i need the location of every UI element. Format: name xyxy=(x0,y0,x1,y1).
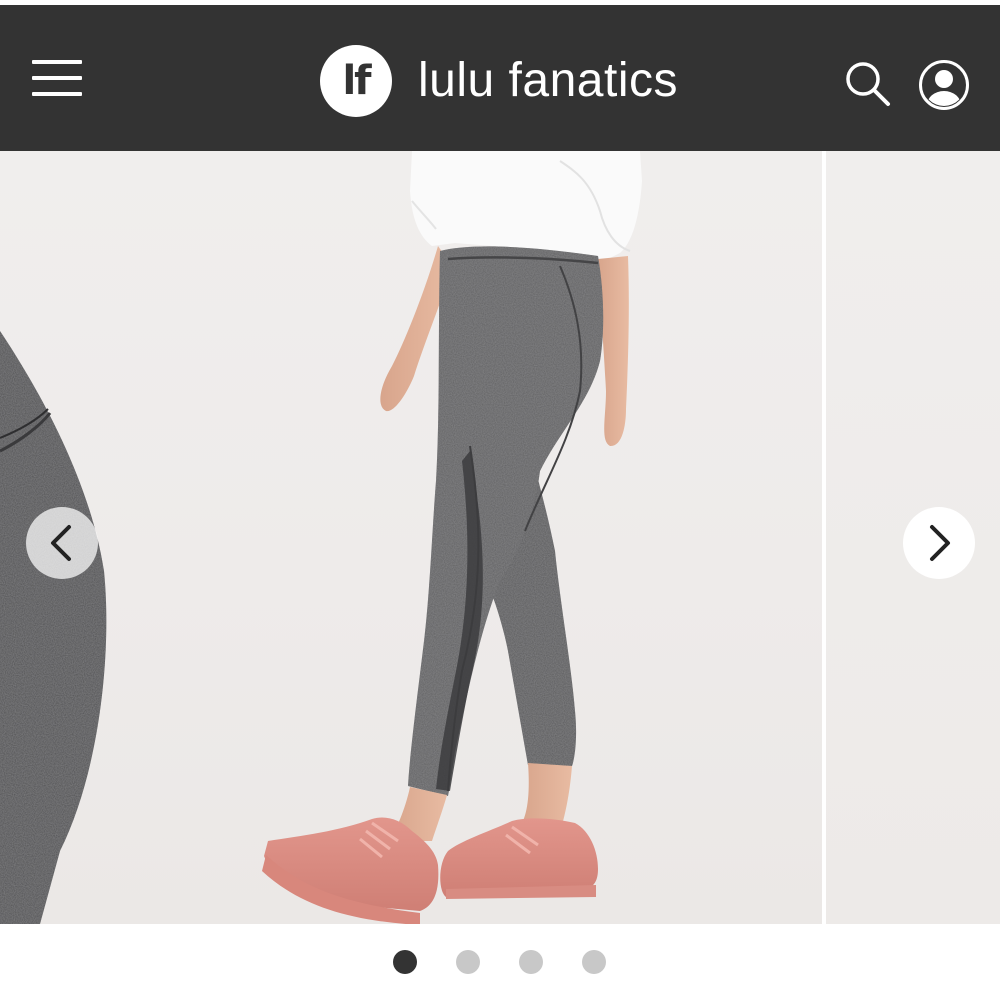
brand-name: lulu fanatics xyxy=(418,54,678,107)
menu-bar xyxy=(32,92,82,96)
menu-bar xyxy=(32,60,82,64)
app-header: lf lulu fanatics xyxy=(0,5,1000,151)
chevron-left-icon[interactable] xyxy=(26,507,98,579)
model-figure xyxy=(262,151,642,924)
carousel-pagination xyxy=(0,950,1000,976)
menu-bar xyxy=(32,76,82,80)
pagination-dot-4[interactable] xyxy=(582,950,606,974)
user-account-icon[interactable] xyxy=(918,59,970,111)
pagination-dot-3[interactable] xyxy=(519,950,543,974)
pagination-dot-1[interactable] xyxy=(393,950,417,974)
chevron-right-icon[interactable] xyxy=(903,507,975,579)
pagination-dot-2[interactable] xyxy=(456,950,480,974)
product-image-carousel[interactable] xyxy=(0,151,1000,924)
brand-home-link[interactable]: lf lulu fanatics xyxy=(320,45,678,117)
search-icon[interactable] xyxy=(842,59,892,109)
hamburger-menu-icon[interactable] xyxy=(30,58,84,98)
product-photo xyxy=(0,151,642,924)
brand-logo: lf xyxy=(320,45,392,117)
previous-image-peek xyxy=(0,331,107,924)
brand-logo-text: lf xyxy=(342,58,371,104)
